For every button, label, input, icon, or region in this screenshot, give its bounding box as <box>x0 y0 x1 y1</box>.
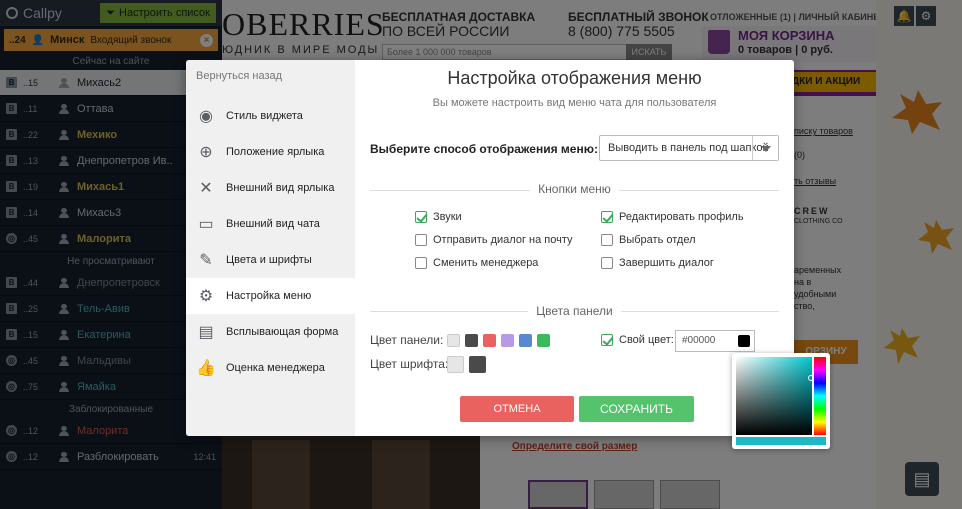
custom-color-input[interactable]: #00000 <box>675 330 755 352</box>
checkbox-label: Звуки <box>433 211 462 223</box>
checkbox-label: Выбрать отдел <box>619 234 696 246</box>
settings-menu-item[interactable]: ◉ Стиль виджета <box>186 98 355 134</box>
settings-menu-label: Настройка меню <box>226 290 312 302</box>
color-swatch[interactable] <box>447 356 464 373</box>
panel-color-label: Цвет панели: <box>370 333 444 347</box>
color-preview-chip[interactable] <box>738 335 750 347</box>
settings-menu-label: Положение ярлыка <box>226 146 325 158</box>
thumbs-up-icon: 👍 <box>196 360 216 377</box>
settings-menu-item[interactable]: ✕ Внешний вид ярлыка <box>186 170 355 206</box>
saturation-value-area[interactable] <box>736 357 814 435</box>
custom-color-toggle[interactable]: Свой цвет: <box>601 334 674 346</box>
settings-menu-item[interactable]: ⚙ Настройка меню <box>186 278 355 314</box>
settings-menu-item[interactable]: ✎ Цвета и шрифты <box>186 242 355 278</box>
display-mode-value: Выводить в панель под шапкой <box>608 142 769 154</box>
checkbox-send-dialog[interactable]: Отправить диалог на почту <box>415 234 572 246</box>
color-swatch[interactable] <box>469 356 486 373</box>
target-icon: ⊕ <box>199 144 213 161</box>
display-mode-select[interactable]: Выводить в панель под шапкой <box>599 135 779 161</box>
settings-menu-item[interactable]: ⊕ Положение ярлыка <box>186 134 355 170</box>
checkbox-box[interactable] <box>415 211 427 223</box>
checkbox-change-manager[interactable]: Сменить менеджера <box>415 257 538 269</box>
chevron-down-icon <box>752 136 778 160</box>
settings-menu-label: Всплывающая форма <box>226 326 339 338</box>
checkbox-end-dialog[interactable]: Завершить диалог <box>601 257 714 269</box>
panel-colors-section: Цвета панели <box>355 304 794 318</box>
eye-icon: ◉ <box>199 108 213 125</box>
dialog-title: Настройка отображения меню <box>447 68 702 88</box>
checkbox-box[interactable] <box>601 334 613 346</box>
menu-settings-dialog: Вернуться назад ◉ Стиль виджета ⊕ Положение… <box>186 60 794 436</box>
settings-menu-label: Оценка менеджера <box>226 362 325 374</box>
settings-menu-label: Внешний вид чата <box>226 218 320 230</box>
hue-slider[interactable] <box>814 357 826 435</box>
custom-color-value: #00000 <box>682 335 716 346</box>
cancel-button[interactable]: ОТМЕНА <box>460 396 574 422</box>
checkbox-label: Завершить диалог <box>619 257 714 269</box>
settings-menu-label: Внешний вид ярлыка <box>226 182 335 194</box>
gear-icon: ⚙ <box>198 288 214 305</box>
color-swatch[interactable] <box>465 334 478 347</box>
brush-icon: ✎ <box>199 252 213 269</box>
menu-buttons-heading: Кнопки меню <box>530 182 619 196</box>
checkbox-label: Сменить менеджера <box>433 257 539 269</box>
color-swatch[interactable] <box>483 334 496 347</box>
settings-content: Настройка отображения меню Вы можете нас… <box>355 60 794 436</box>
checkbox-label: Редактировать профиль <box>619 211 744 223</box>
window-icon: ▭ <box>198 216 214 233</box>
selected-color-bar <box>736 437 826 445</box>
settings-menu: ◉ Стиль виджета ⊕ Положение ярлыка ✕ Внешний … <box>186 98 355 386</box>
font-color-label: Цвет шрифта: <box>370 357 449 371</box>
color-swatch[interactable] <box>501 334 514 347</box>
back-link[interactable]: Вернуться назад <box>186 68 355 98</box>
dialog-subtitle: Вы можете настроить вид меню чата для по… <box>432 97 717 109</box>
checkbox-box[interactable] <box>415 257 427 269</box>
settings-menu-item[interactable]: 👍 Оценка менеджера <box>186 350 355 386</box>
save-button[interactable]: СОХРАНИТЬ <box>579 396 694 422</box>
settings-menu-item[interactable]: ▭ Внешний вид чата <box>186 206 355 242</box>
color-swatch[interactable] <box>537 334 550 347</box>
display-mode-label: Выберите способ отображения меню: <box>370 142 598 156</box>
font-color-swatches <box>447 356 486 373</box>
panel-colors-heading: Цвета панели <box>528 304 621 318</box>
color-swatch[interactable] <box>447 334 460 347</box>
custom-color-label: Свой цвет: <box>619 334 674 346</box>
chat-form-icon: ▤ <box>198 324 214 341</box>
settings-menu-label: Стиль виджета <box>226 110 303 122</box>
color-picker-popup <box>732 353 830 449</box>
tools-icon: ✕ <box>199 180 213 197</box>
checkbox-label: Отправить диалог на почту <box>433 234 573 246</box>
settings-sidebar: Вернуться назад ◉ Стиль виджета ⊕ Положение… <box>186 60 355 436</box>
checkbox-box[interactable] <box>601 211 613 223</box>
checkbox-choose-department[interactable]: Выбрать отдел <box>601 234 696 246</box>
checkbox-sounds[interactable]: Звуки <box>415 211 462 223</box>
panel-color-swatches <box>447 334 550 347</box>
settings-menu-label: Цвета и шрифты <box>226 254 312 266</box>
checkbox-box[interactable] <box>601 234 613 246</box>
settings-menu-item[interactable]: ▤ Всплывающая форма <box>186 314 355 350</box>
checkbox-edit-profile[interactable]: Редактировать профиль <box>601 211 744 223</box>
checkbox-box[interactable] <box>415 234 427 246</box>
menu-buttons-section: Кнопки меню <box>355 182 794 196</box>
checkbox-box[interactable] <box>601 257 613 269</box>
color-swatch[interactable] <box>519 334 532 347</box>
